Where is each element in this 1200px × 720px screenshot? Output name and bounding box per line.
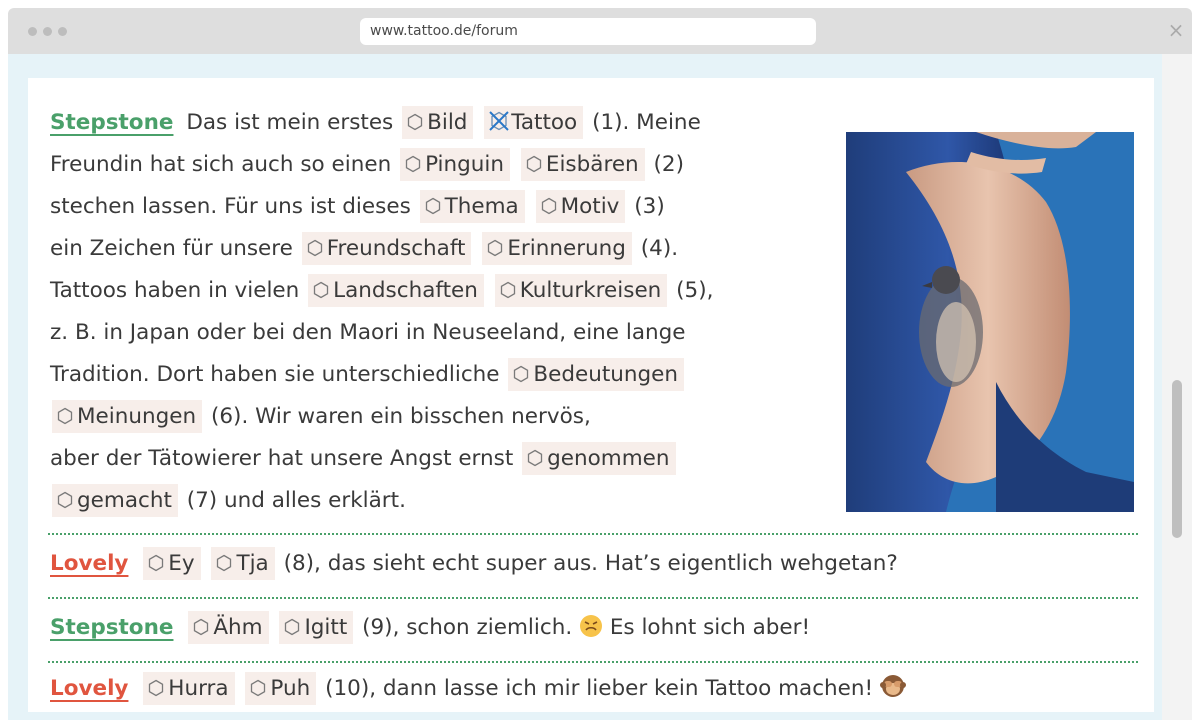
tattoo-photo <box>846 132 1134 512</box>
answer-option[interactable]: Erinnerung <box>482 232 632 265</box>
grimacing-face-emoji-icon <box>580 615 602 637</box>
penguin-tattoo-arm-image <box>846 132 1134 512</box>
dotted-divider <box>48 661 1138 663</box>
username-link[interactable]: Lovely <box>50 551 128 576</box>
hexagon-icon <box>540 197 558 215</box>
scrollbar[interactable] <box>1162 54 1192 720</box>
answer-option[interactable]: Pinguin <box>400 148 511 181</box>
scrollbar-thumb[interactable] <box>1172 380 1182 538</box>
hexagon-icon <box>424 197 442 215</box>
answer-option[interactable]: Tja <box>211 547 275 580</box>
answer-option-selected[interactable]: Tattoo <box>484 106 584 139</box>
hexagon-icon <box>406 113 424 131</box>
forum-content: Stepstone Das ist mein erstes Bild Tatto… <box>28 78 1154 712</box>
username-link[interactable]: Stepstone <box>50 615 173 640</box>
hexagon-icon <box>56 491 74 509</box>
hexagon-icon <box>306 239 324 257</box>
forum-post: Stepstone Das ist mein erstes Bild Tatto… <box>50 102 830 522</box>
crossed-hexagon-icon <box>489 111 510 131</box>
blank-number: (5), <box>676 278 714 303</box>
forum-post: Lovely Ey Tja (8), das sieht echt super … <box>50 543 898 585</box>
post-text: z. B. in Japan oder bei den Maori in Neu… <box>50 320 686 345</box>
hexagon-icon <box>525 155 543 173</box>
post-text: (8), das sieht echt super aus. Hat’s eig… <box>283 551 898 576</box>
blank-number: (4). <box>640 236 679 261</box>
post-text: ein Zeichen für unsere <box>50 236 293 261</box>
answer-option[interactable]: gemacht <box>52 484 178 517</box>
blank-number: (1). Meine <box>592 110 701 135</box>
hexagon-icon <box>147 554 165 572</box>
answer-option[interactable]: genommen <box>522 442 676 475</box>
forum-post: Lovely Hurra Puh (10), dann lasse ich mi… <box>50 668 906 710</box>
window-dot-icon[interactable] <box>28 27 37 36</box>
address-bar[interactable]: www.tattoo.de/forum <box>360 18 816 45</box>
window-dot-icon[interactable] <box>43 27 52 36</box>
post-text: Es lohnt sich aber! <box>609 615 811 640</box>
hexagon-icon <box>192 618 210 636</box>
answer-option[interactable]: Bedeutungen <box>508 358 685 391</box>
post-text: aber der Tätowierer hat unsere Angst ern… <box>50 446 514 471</box>
hexagon-icon <box>486 239 504 257</box>
page-viewport: Stepstone Das ist mein erstes Bild Tatto… <box>8 54 1192 720</box>
hexagon-icon <box>499 281 517 299</box>
post-text: (9), schon ziemlich. <box>362 615 573 640</box>
post-text: stechen lassen. Für uns ist dieses <box>50 194 411 219</box>
dotted-divider <box>48 597 1138 599</box>
answer-option[interactable]: Meinungen <box>52 400 203 433</box>
username-link[interactable]: Lovely <box>50 676 128 701</box>
answer-option[interactable]: Motiv <box>535 190 626 223</box>
hexagon-icon <box>512 365 530 383</box>
answer-option[interactable]: Bild <box>402 106 474 139</box>
post-text: Das ist mein erstes <box>186 110 394 135</box>
hexagon-icon <box>404 155 422 173</box>
post-text: Freundin hat sich auch so einen <box>50 152 392 177</box>
browser-window: www.tattoo.de/forum × Stepstone Das ist … <box>8 8 1192 720</box>
post-text: Tradition. Dort haben sie unterschiedlic… <box>50 362 500 387</box>
hexagon-icon <box>249 679 267 697</box>
post-text: (10), dann lasse ich mir lieber kein Tat… <box>325 676 874 701</box>
hexagon-icon <box>526 449 544 467</box>
post-text: (6). Wir waren ein bisschen nervös, <box>210 404 591 429</box>
answer-option[interactable]: Ähm <box>188 611 269 644</box>
dotted-divider <box>48 533 1138 535</box>
post-text: Tattoos haben in vielen <box>50 278 300 303</box>
window-controls[interactable] <box>28 27 67 36</box>
username-link[interactable]: Stepstone <box>50 110 173 135</box>
blank-number: (3) <box>634 194 665 219</box>
see-no-evil-monkey-emoji-icon <box>879 675 906 697</box>
window-dot-icon[interactable] <box>58 27 67 36</box>
answer-option[interactable]: Landschaften <box>308 274 484 307</box>
close-icon[interactable]: × <box>1166 20 1186 40</box>
hexagon-icon <box>147 679 165 697</box>
answer-option[interactable]: Puh <box>245 672 317 705</box>
answer-option[interactable]: Kulturkreisen <box>494 274 668 307</box>
answer-option[interactable]: Freundschaft <box>301 232 472 265</box>
answer-option[interactable]: Thema <box>419 190 525 223</box>
title-bar: www.tattoo.de/forum × <box>8 8 1192 54</box>
answer-option[interactable]: Eisbären <box>520 148 645 181</box>
blank-number: (2) <box>653 152 684 177</box>
post-text: (7) und alles erklärt. <box>186 488 406 513</box>
hexagon-icon <box>283 618 301 636</box>
hexagon-icon <box>56 407 74 425</box>
hexagon-icon <box>312 281 330 299</box>
answer-option[interactable]: Hurra <box>143 672 235 705</box>
hexagon-icon <box>215 554 233 572</box>
forum-post: Stepstone Ähm Igitt (9), schon ziemlich.… <box>50 607 810 649</box>
answer-option[interactable]: Ey <box>143 547 201 580</box>
answer-option[interactable]: Igitt <box>279 611 354 644</box>
